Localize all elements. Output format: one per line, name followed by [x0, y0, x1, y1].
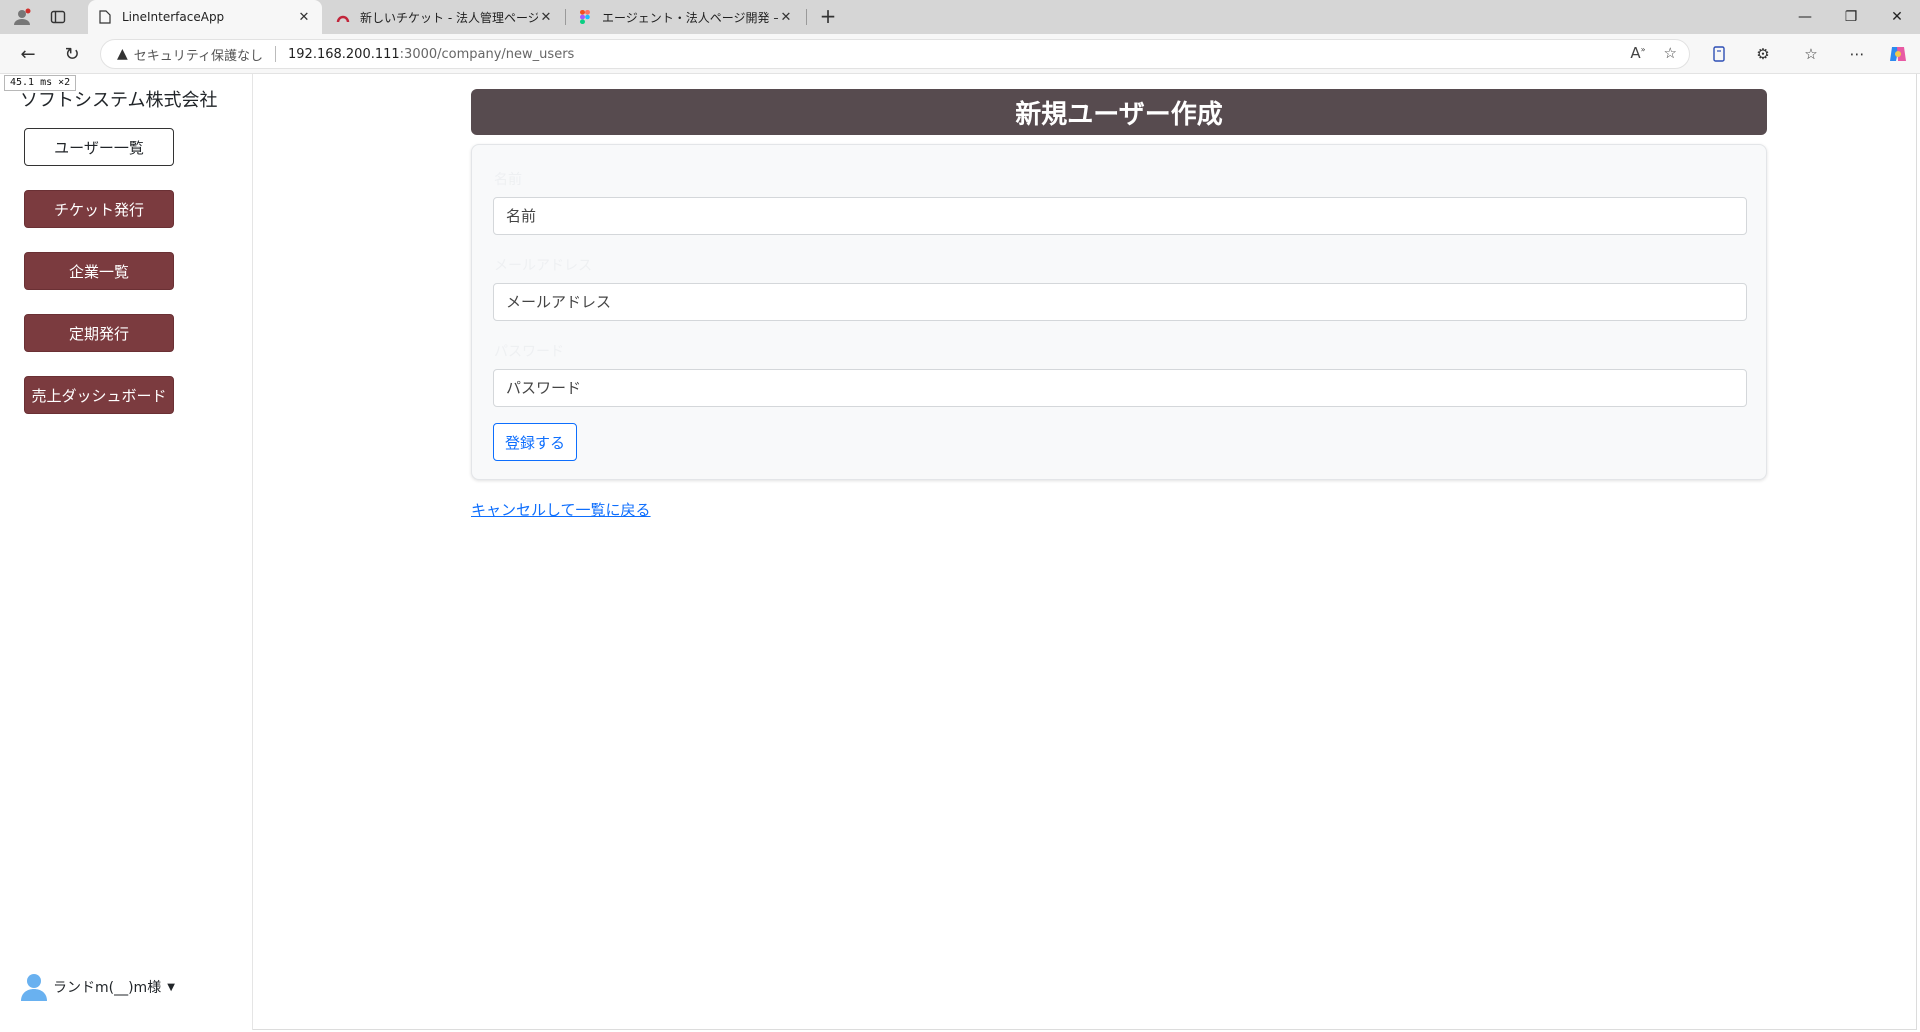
back-arrow-icon[interactable]: ← [16, 42, 40, 66]
caret-down-icon: ▼ [167, 981, 175, 993]
favorite-star-icon[interactable]: ☆ [1664, 44, 1677, 62]
close-icon[interactable]: ✕ [538, 10, 554, 25]
sidebar-item-company-list[interactable]: 企業一覧 [24, 252, 174, 290]
tab-separator [565, 9, 566, 25]
register-button[interactable]: 登録する [493, 423, 577, 461]
address-bar[interactable]: ▲ セキュリティ保護なし 192.168.200.111 :3000/compa… [100, 39, 1690, 69]
user-avatar-icon [21, 974, 47, 1001]
sidebar-item-user-list[interactable]: ユーザー一覧 [24, 128, 174, 166]
new-user-form: 名前 メールアドレス パスワード 登録する [471, 144, 1767, 480]
extensions-icon[interactable]: ⚙ [1751, 42, 1775, 66]
warning-icon[interactable]: ▲ [117, 46, 128, 62]
name-input[interactable] [493, 197, 1747, 235]
tab-figma[interactable]: エージェント・法人ページ開発 – Figma ✕ [568, 0, 804, 34]
security-label[interactable]: セキュリティ保護なし [134, 45, 263, 64]
figma-icon [578, 10, 592, 24]
read-aloud-icon[interactable]: A» [1630, 44, 1645, 62]
tab-title: 新しいチケット - 法人管理ページ開発 [360, 10, 538, 25]
password-label: パスワード [494, 344, 564, 360]
tab-actions-icon[interactable] [46, 5, 70, 29]
tab-title: エージェント・法人ページ開発 – Figma [602, 10, 778, 25]
sidebar-item-issue-ticket[interactable]: チケット発行 [24, 190, 174, 228]
window-close-icon[interactable]: ✕ [1874, 0, 1920, 34]
more-options-icon[interactable]: ⋯ [1845, 42, 1869, 66]
tab-title: LineInterfaceApp [122, 10, 225, 24]
tab-separator [806, 9, 807, 25]
browser-tab-bar: LineInterfaceApp ✕ 新しいチケット - 法人管理ページ開発 ✕… [0, 0, 1920, 34]
sidebar-item-recurring-issue[interactable]: 定期発行 [24, 314, 174, 352]
password-input[interactable] [493, 369, 1747, 407]
minimize-icon[interactable]: — [1782, 0, 1828, 34]
restore-icon[interactable]: ❐ [1828, 0, 1874, 34]
name-label: 名前 [494, 172, 522, 188]
perf-badge: 45.1 ms ×2 [4, 75, 77, 91]
email-input[interactable] [493, 283, 1747, 321]
copilot-icon[interactable] [1886, 42, 1910, 66]
page-icon [98, 10, 112, 24]
backlog-icon [336, 10, 350, 24]
user-menu[interactable]: ランドm(__)m様 ▼ [21, 973, 175, 1001]
close-icon[interactable]: ✕ [778, 10, 794, 25]
omnibox-separator [275, 46, 277, 62]
browser-toolbar: ← ↻ ▲ セキュリティ保護なし 192.168.200.111 :3000/c… [0, 34, 1920, 74]
reload-icon[interactable]: ↻ [60, 42, 84, 66]
sidebar-item-sales-dashboard[interactable]: 売上ダッシュボード [24, 376, 174, 414]
favorites-icon[interactable]: ☆ [1799, 42, 1823, 66]
cancel-back-link[interactable]: キャンセルして一覧に戻る [471, 499, 651, 520]
email-label: メールアドレス [494, 258, 592, 274]
tab-new-ticket[interactable]: 新しいチケット - 法人管理ページ開発 ✕ [326, 0, 564, 34]
close-icon[interactable]: ✕ [296, 10, 312, 25]
profile-icon[interactable] [10, 5, 34, 29]
url-path: :3000/company/new_users [399, 46, 575, 62]
url-host: 192.168.200.111 [288, 46, 400, 62]
user-name: ランドm(__)m様 [53, 980, 162, 996]
reading-list-icon[interactable] [1707, 42, 1731, 66]
page-title: 新規ユーザー作成 [471, 89, 1767, 135]
tab-lineinterfaceapp[interactable]: LineInterfaceApp ✕ [88, 0, 322, 34]
new-tab-icon[interactable]: + [816, 5, 840, 29]
sidebar: ソフトシステム株式会社 ユーザー一覧 チケット発行 企業一覧 定期発行 売上ダッ… [3, 74, 253, 1030]
